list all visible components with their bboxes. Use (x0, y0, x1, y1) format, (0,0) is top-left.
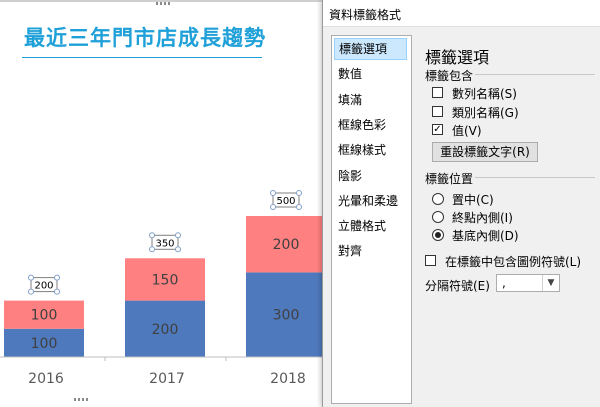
panel-title: 標籤選項 (425, 48, 490, 67)
selection-handle[interactable] (149, 232, 155, 239)
nav-item[interactable]: 框線色彩 (334, 114, 407, 136)
selection-handle[interactable] (175, 246, 181, 253)
x-tick-label: 2017 (149, 371, 185, 387)
radio-label: 終點內側(I) (452, 211, 513, 225)
selection-handle[interactable] (270, 190, 276, 196)
selection-handle[interactable] (28, 288, 34, 295)
radio-label: 基底內側(D) (452, 229, 519, 243)
check-icon: ✓ (433, 124, 442, 135)
radio-button[interactable] (432, 193, 444, 205)
data-label: 200 (152, 322, 179, 338)
checkbox-label: 數列名稱(S) (452, 87, 517, 101)
nav-item[interactable]: 光暈和柔邊 (334, 190, 407, 212)
nav-item[interactable]: 對齊 (334, 240, 407, 262)
total-label-value: 500 (276, 196, 295, 207)
chart-area[interactable]: 最近三年門市店成長趨勢 100 100 200 2016 200 150 350 2017 30… (0, 0, 325, 407)
separator-dropdown[interactable]: , ▼ (496, 274, 560, 292)
checkbox-box[interactable]: ✓ (432, 124, 443, 135)
selection-handle[interactable] (270, 204, 276, 210)
selection-handle[interactable] (54, 274, 60, 281)
selection-handle[interactable] (296, 190, 302, 196)
total-label[interactable]: 200 (28, 274, 60, 295)
selection-handle[interactable] (54, 288, 60, 295)
separator-label: 分隔符號(E) (425, 279, 490, 293)
total-label[interactable]: 350 (149, 232, 181, 253)
selection-handle[interactable] (296, 204, 302, 210)
radio-button[interactable] (432, 229, 444, 241)
nav-item[interactable]: 填滿 (334, 89, 407, 111)
nav-item[interactable]: 立體格式 (334, 215, 407, 237)
dialog-title: 資料標籤格式 (329, 8, 402, 22)
dialog-titlebar[interactable]: 資料標籤格式 (323, 0, 600, 27)
label-contains-heading: 標籤包含 (425, 69, 474, 83)
checkbox-label: 類別名稱(G) (452, 106, 519, 120)
data-label: 100 (31, 336, 58, 352)
x-tick-label: 2016 (28, 371, 64, 387)
format-data-labels-dialog: 資料標籤格式 標籤選項 數值 填滿 框線色彩 框線樣式 陰影 光暈和柔邊 立體格式 對齊 標籤選… (322, 0, 600, 407)
checkbox-box[interactable] (425, 255, 436, 266)
data-label: 150 (152, 272, 179, 288)
separator-value: , (502, 276, 506, 290)
data-label: 300 (273, 308, 300, 324)
radio-selected-dot (435, 232, 441, 238)
selection-handle[interactable] (149, 246, 155, 253)
reset-label-text-button[interactable]: 重設標籤文字(R) (432, 142, 538, 162)
category-nav-list: 標籤選項數值填滿框線色彩框線樣式陰影光暈和柔邊立體格式對齊 (331, 35, 412, 404)
nav-item[interactable]: 陰影 (334, 165, 407, 187)
divider (475, 177, 595, 178)
checkbox-label: 在標籤中包含圖例符號(L) (445, 255, 582, 269)
radio-label: 置中(C) (452, 193, 494, 207)
selection-handle[interactable] (175, 232, 181, 239)
chart-plot: 100 100 200 2016 200 150 350 2017 300 200 500 2018 (0, 190, 325, 387)
selection-handle[interactable] (28, 274, 34, 281)
data-label: 100 (31, 308, 58, 324)
label-position-heading: 標籤位置 (425, 172, 474, 186)
divider (475, 74, 595, 75)
total-label-value: 200 (34, 281, 53, 292)
data-label: 200 (273, 237, 300, 253)
nav-item[interactable]: 標籤選項 (334, 38, 407, 60)
total-label-value: 350 (155, 238, 174, 249)
checkbox-box[interactable] (432, 106, 443, 117)
checkbox-box[interactable] (432, 87, 443, 98)
chevron-down-icon[interactable]: ▼ (542, 275, 559, 291)
nav-item[interactable]: 數值 (334, 63, 407, 85)
total-label[interactable]: 500 (270, 190, 302, 210)
nav-item[interactable]: 框線樣式 (334, 139, 407, 161)
x-tick-label: 2018 (270, 371, 306, 387)
radio-button[interactable] (432, 211, 444, 223)
checkbox-label: 值(V) (452, 124, 482, 138)
